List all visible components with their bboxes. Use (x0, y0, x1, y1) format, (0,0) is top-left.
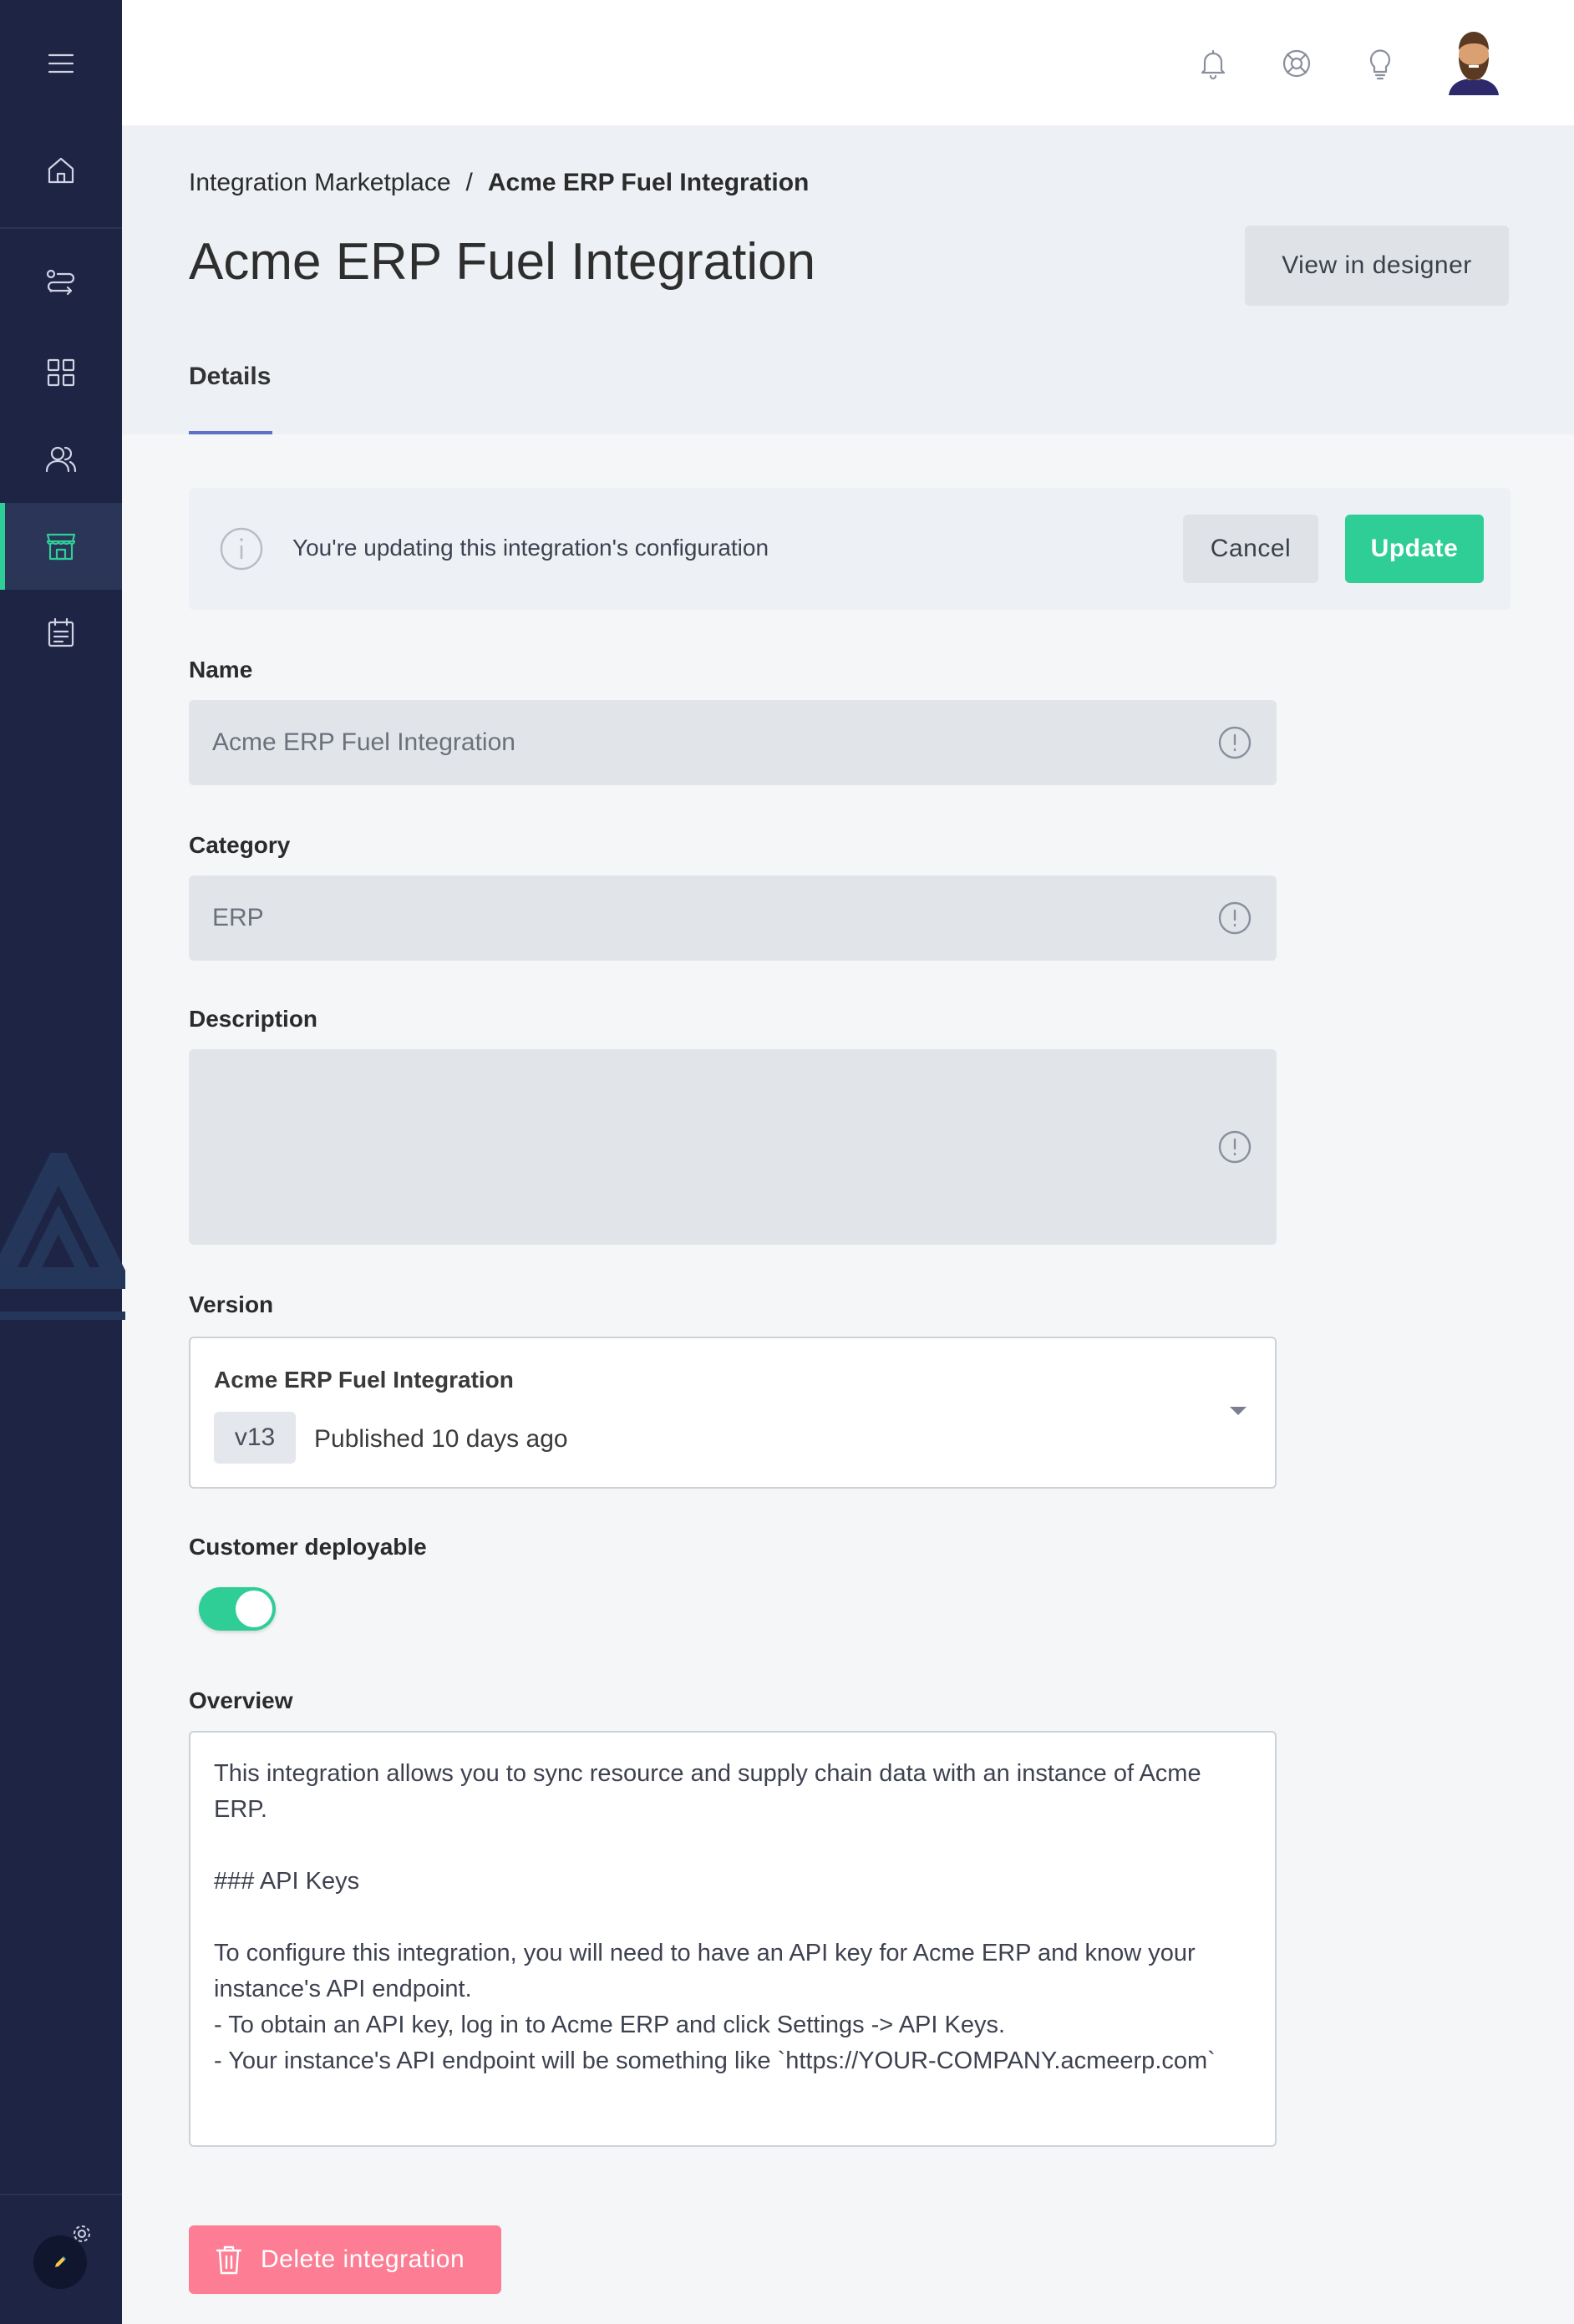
version-badge: v13 (214, 1412, 296, 1464)
brand-watermark-icon (0, 1136, 135, 1320)
name-field[interactable]: Acme ERP Fuel Integration (189, 700, 1277, 785)
integrations-icon (46, 269, 75, 296)
sidebar-item-customers[interactable] (0, 416, 122, 503)
ideas-button[interactable] (1362, 45, 1399, 82)
version-integration-name: Acme ERP Fuel Integration (214, 1367, 514, 1393)
description-field[interactable] (189, 1049, 1277, 1245)
breadcrumb-separator: / (465, 169, 473, 196)
user-avatar[interactable] (1440, 28, 1507, 95)
view-in-designer-button[interactable]: View in designer (1245, 226, 1509, 306)
breadcrumb-current: Acme ERP Fuel Integration (487, 169, 810, 196)
toggle-knob (236, 1591, 272, 1627)
delete-integration-label: Delete integration (261, 2245, 465, 2273)
sidebar-item-integrations[interactable] (0, 241, 122, 327)
sidebar-item-home[interactable] (0, 127, 122, 214)
overview-textarea[interactable]: This integration allows you to sync reso… (189, 1731, 1277, 2147)
sidebar-item-marketplace[interactable] (0, 503, 122, 590)
top-header (122, 0, 1574, 125)
banner-message: You're updating this integration's confi… (292, 535, 769, 561)
active-tab-indicator (189, 431, 272, 434)
menu-toggle-button[interactable] (0, 20, 122, 107)
notifications-button[interactable] (1195, 45, 1231, 82)
page-header: Integration Marketplace / Acme ERP Fuel … (122, 125, 1574, 434)
name-value: Acme ERP Fuel Integration (212, 728, 515, 756)
bell-icon (1201, 49, 1226, 80)
menu-icon (48, 53, 74, 74)
page-title: Acme ERP Fuel Integration (189, 233, 816, 291)
dashboard-icon (47, 358, 75, 387)
logs-icon (48, 617, 74, 647)
alert-circle-icon (1216, 1129, 1253, 1165)
version-published-status: Published 10 days ago (314, 1425, 568, 1453)
info-icon (220, 527, 263, 571)
sidebar-divider (0, 227, 122, 229)
category-label: Category (189, 832, 291, 858)
lightbulb-icon (1369, 49, 1391, 80)
pencil-icon (55, 2256, 66, 2267)
help-lifebuoy-icon (1282, 49, 1311, 78)
sidebar-item-dashboard[interactable] (0, 329, 122, 416)
customer-deployable-toggle[interactable] (199, 1587, 276, 1631)
users-icon (45, 446, 77, 473)
description-label: Description (189, 1006, 318, 1032)
alert-circle-icon (1216, 900, 1253, 936)
home-icon (48, 157, 74, 184)
cancel-button[interactable]: Cancel (1183, 515, 1318, 583)
sidebar (0, 0, 135, 2324)
customer-deployable-label: Customer deployable (189, 1534, 427, 1560)
gear-icon[interactable] (70, 2222, 94, 2245)
overview-text: This integration allows you to sync reso… (214, 1760, 1216, 2074)
support-button[interactable] (1278, 45, 1315, 82)
delete-integration-button[interactable]: Delete integration (189, 2225, 501, 2294)
sidebar-divider (0, 2194, 122, 2195)
sidebar-item-logs[interactable] (0, 590, 122, 677)
breadcrumb: Integration Marketplace / Acme ERP Fuel … (189, 169, 809, 197)
trash-icon (216, 2245, 242, 2275)
name-label: Name (189, 657, 253, 682)
alert-circle-icon (1216, 724, 1253, 761)
marketplace-icon (46, 533, 76, 561)
edit-banner: You're updating this integration's confi… (189, 488, 1511, 610)
tab-details[interactable]: Details (189, 363, 271, 391)
version-label: Version (189, 1291, 274, 1317)
version-select[interactable]: Acme ERP Fuel Integration v13 Published … (189, 1337, 1277, 1489)
breadcrumb-link-marketplace[interactable]: Integration Marketplace (189, 169, 451, 197)
category-value: ERP (212, 904, 264, 931)
category-field[interactable]: ERP (189, 875, 1277, 961)
overview-label: Overview (189, 1687, 293, 1713)
update-button[interactable]: Update (1345, 515, 1484, 583)
chevron-down-icon[interactable] (1230, 1407, 1247, 1415)
